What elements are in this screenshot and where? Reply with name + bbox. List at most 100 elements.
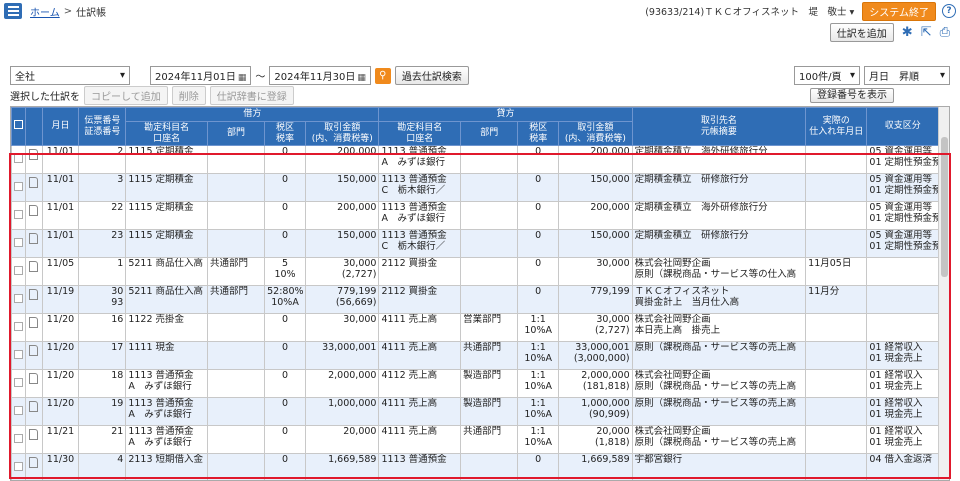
table-row[interactable]: 11/01 2 1115 定期積金 0 200,000 1113 普通預金 A みずほ銀行 0… — [11, 145, 939, 174]
header-actual-date: 実際の 仕入れ年月日 — [805, 107, 868, 146]
row-checkbox[interactable] — [14, 294, 24, 303]
cell-line: 10% — [274, 269, 296, 281]
header-debit: 借方 — [125, 107, 380, 122]
past-search-button[interactable]: 過去仕訳検索 — [394, 66, 469, 85]
date-range-tilde: ～ — [255, 72, 266, 83]
cell-line: 01 定期性預金預入 — [869, 157, 937, 169]
cell-line: A みずほ銀行 — [128, 409, 192, 421]
document-icon[interactable] — [29, 429, 39, 440]
cell-line: 1115 定期積金 — [128, 202, 194, 214]
row-checkbox[interactable] — [14, 210, 24, 219]
selection-label: 選択した仕訳を — [10, 92, 80, 103]
export-icon[interactable]: ⇱ — [921, 26, 932, 39]
row-actual-date: 11月05日 — [808, 258, 852, 270]
date-from-field[interactable]: 2024年11月01日 ▦ — [150, 66, 252, 85]
table-row[interactable]: 11/20 16 1122 売掛金 0 30,000 4111 売上高 営業部門 1:1 10%… — [11, 313, 939, 342]
cell-line: 05 資金運用等 — [869, 230, 933, 242]
cell-line: 01 現金売上 — [869, 409, 923, 421]
select-all-checkbox[interactable] — [11, 107, 27, 146]
document-icon[interactable] — [29, 261, 39, 272]
table-row[interactable]: 11/21 21 1113 普通預金 A みずほ銀行 0 20,000 4111 売上高 共通… — [11, 425, 939, 454]
company-select[interactable]: 全社 ▾ — [10, 66, 130, 85]
show-registration-number-button[interactable]: 登録番号を表示 — [810, 88, 894, 103]
row-date: 11/20 — [46, 370, 75, 382]
row-credit-dept: 製造部門 — [463, 398, 502, 410]
document-icon[interactable] — [29, 317, 39, 328]
row-checkbox[interactable] — [14, 406, 24, 415]
cell-line: 01 定期性預金預入 — [869, 185, 937, 197]
cell-line: 買掛金計上 当月仕入高 — [634, 297, 740, 309]
table-row[interactable]: 11/20 19 1113 普通預金 A みずほ銀行 0 1,000,000 4111 売上… — [11, 397, 939, 426]
breadcrumb-current: 仕訳帳 — [76, 7, 107, 19]
add-journal-button[interactable]: 仕訳を追加 — [829, 23, 894, 42]
vertical-scrollbar[interactable] — [938, 107, 949, 480]
row-checkbox[interactable] — [14, 154, 24, 163]
sort-select[interactable]: 月日 昇順 ▾ — [864, 66, 950, 85]
user-info[interactable]: (93633/214)ＴＫＣオフィスネット 堤 敬士 ▾ — [645, 4, 854, 18]
cell-line: 150,000 — [337, 230, 377, 242]
cell-line: 200,000 — [337, 146, 377, 158]
register-dictionary-button[interactable]: 仕訳辞書に登録 — [209, 86, 294, 105]
row-checkbox[interactable] — [14, 322, 24, 331]
table-row[interactable]: 11/20 17 1111 現金 0 33,000,001 4111 売上高 共通部門 1:1… — [11, 341, 939, 370]
system-exit-button[interactable]: システム終了 — [862, 1, 936, 21]
per-page-select[interactable]: 100件/頁 ▾ — [794, 66, 860, 85]
header-voucher: 伝票番号 証憑番号 — [78, 107, 127, 146]
header-credit: 貸方 — [378, 107, 633, 122]
row-checkbox[interactable] — [14, 462, 24, 471]
header-debit-account: 勘定科目名 口座名 — [125, 121, 208, 146]
row-checkbox[interactable] — [14, 378, 24, 387]
calendar-icon[interactable]: ▦ — [357, 73, 366, 83]
delete-button[interactable]: 削除 — [171, 86, 206, 105]
row-checkbox[interactable] — [14, 350, 24, 359]
copy-add-button[interactable]: コピーして追加 — [84, 86, 168, 105]
row-checkbox[interactable] — [14, 266, 24, 275]
cell-line: 0 — [535, 146, 542, 158]
print-icon[interactable]: ⎙ — [940, 26, 950, 39]
gear-icon[interactable]: ✱ — [902, 26, 913, 39]
cell-line: 19 — [111, 398, 124, 410]
document-icon[interactable] — [29, 373, 39, 384]
cell-line: 1:1 — [530, 314, 546, 326]
cell-line: 4111 売上高 — [381, 426, 438, 438]
row-checkbox[interactable] — [14, 238, 24, 247]
document-icon[interactable] — [29, 345, 39, 356]
table-row[interactable]: 11/30 4 2113 短期借入金 0 1,669,589 1113 普通預金 0 1,66… — [11, 453, 939, 480]
table-row[interactable]: 11/20 18 1113 普通預金 A みずほ銀行 0 2,000,000 4112 売上… — [11, 369, 939, 398]
cell-line: 150,000 — [590, 174, 630, 186]
document-icon[interactable] — [29, 401, 39, 412]
row-checkbox[interactable] — [14, 434, 24, 443]
cell-line: 30,000 — [596, 314, 630, 326]
cell-line: 22 — [111, 202, 124, 214]
date-to-field[interactable]: 2024年11月30日 ▦ — [269, 66, 371, 85]
cell-line: 200,000 — [590, 202, 630, 214]
cell-line: 0 — [535, 258, 542, 270]
table-row[interactable]: 11/05 1 5211 商品仕入高 共通部門 5 10% 30,000 (2,727) 211… — [11, 257, 939, 286]
header-class: 収支区分 — [866, 107, 939, 146]
cell-line: 1122 売掛金 — [128, 314, 185, 326]
calendar-icon[interactable]: ▦ — [238, 73, 247, 83]
cell-line: 01 現金売上 — [869, 437, 923, 449]
document-icon[interactable] — [29, 233, 39, 244]
document-icon[interactable] — [29, 457, 39, 468]
document-icon[interactable] — [29, 289, 39, 300]
cell-line: 1115 定期積金 — [128, 146, 194, 158]
cell-line: 株式会社岡野企画 — [634, 314, 711, 326]
table-row[interactable]: 11/19 30 93 5211 商品仕入高 共通部門 52:80% 10%A 779,199… — [11, 285, 939, 314]
table-row[interactable]: 11/01 22 1115 定期積金 0 200,000 1113 普通預金 A みずほ銀行… — [11, 201, 939, 230]
breadcrumb-home[interactable]: ホーム — [30, 4, 60, 19]
menu-icon[interactable] — [4, 3, 22, 19]
cell-line: 150,000 — [590, 230, 630, 242]
document-icon[interactable] — [29, 177, 39, 188]
cell-line: 原則（課税商品・サービス等の売上高 — [634, 398, 797, 410]
document-icon[interactable] — [29, 149, 39, 160]
search-icon[interactable]: ⚲ — [374, 67, 391, 84]
help-icon[interactable]: ? — [942, 4, 956, 18]
cell-line: 05 資金運用等 — [869, 174, 933, 186]
document-icon[interactable] — [29, 205, 39, 216]
row-checkbox[interactable] — [14, 182, 24, 191]
scrollbar-thumb[interactable] — [941, 137, 948, 277]
table-row[interactable]: 11/01 3 1115 定期積金 0 150,000 1113 普通預金 C 栃木銀行／ 0… — [11, 173, 939, 202]
cell-line: 23 — [111, 230, 124, 242]
table-row[interactable]: 11/01 23 1115 定期積金 0 150,000 1113 普通預金 C 栃木銀行／… — [11, 229, 939, 258]
